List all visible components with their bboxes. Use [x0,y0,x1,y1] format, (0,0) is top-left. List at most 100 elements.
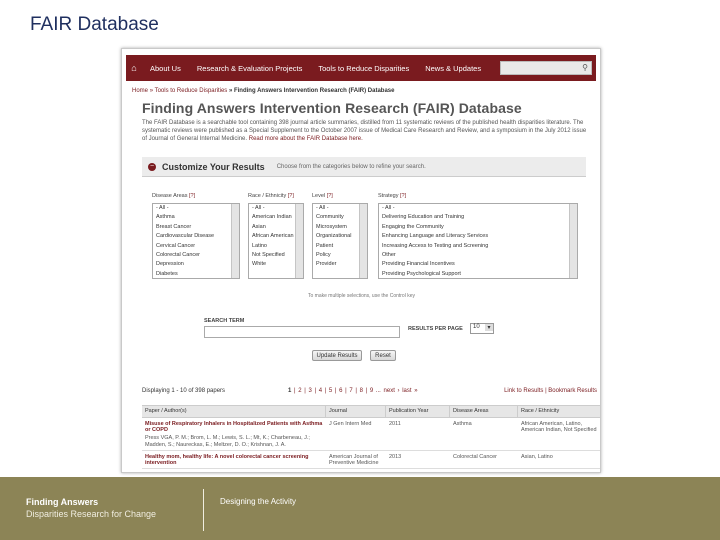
list-option[interactable]: Delivering Education and Training [379,213,577,222]
site-search-input[interactable]: ⚲ [500,61,592,75]
search-icon[interactable]: ⚲ [582,63,588,72]
scrollbar[interactable] [359,204,367,278]
scrollbar[interactable] [231,204,239,278]
strategy-listbox[interactable]: - All - Delivering Education and Trainin… [378,203,578,279]
results-table: Paper / Author(s) Journal Publication Ye… [142,405,600,470]
list-option[interactable]: Engaging the Community [379,223,577,232]
list-option[interactable]: Providing Financial Incentives [379,260,577,269]
paper-title-link[interactable]: Healthy mom, healthy life: A novel color… [145,454,324,466]
scrollbar[interactable] [295,204,303,278]
customize-title: Customize Your Results [162,161,265,172]
results-per-page-select[interactable]: 10 ▾ [470,323,494,334]
filter-strategy-help[interactable]: [?] [400,193,406,199]
home-icon[interactable]: ⌂ [126,63,142,73]
customize-results-bar[interactable]: − Customize Your Results Choose from the… [142,157,586,177]
slide-title: FAIR Database [30,14,159,35]
nav-tools[interactable]: Tools to Reduce Disparities [310,64,417,73]
footer-divider [203,489,204,531]
intro-body: The FAIR Database is a searchable tool c… [142,120,587,142]
filter-level-help[interactable]: [?] [327,193,333,199]
race-cell: Asian, Latino [521,453,553,460]
list-option[interactable]: - All - [379,204,577,213]
race-cell: African American, Latino, American India… [521,421,597,434]
search-term-label: SEARCH TERM [204,318,245,324]
multi-select-note: To make multiple selections, use the Con… [308,293,415,299]
filter-race-label: Race / Ethnicity [248,193,287,199]
list-option[interactable]: Colorectal Cancer [153,251,239,260]
intro-text: The FAIR Database is a searchable tool c… [142,119,588,143]
paper-cell: Misuse of Respiratory Inhalers in Hospit… [142,418,326,450]
nav-research-projects[interactable]: Research & Evaluation Projects [189,64,310,73]
result-links[interactable]: Link to Results | Bookmark Results [504,388,597,394]
list-option[interactable]: Diabetes [153,270,239,278]
list-option[interactable]: Breast Cancer [153,223,239,232]
disease-cell: Colorectal Cancer [453,453,498,460]
customize-subtitle: Choose from the categories below to refi… [276,163,426,170]
level-listbox[interactable]: - All - Community Microsystem Organizati… [312,203,368,279]
list-option[interactable]: Asthma [153,213,239,222]
nav-news[interactable]: News & Updates [417,64,489,73]
breadcrumb: Home » Tools to Reduce Disparities » Fin… [132,88,600,94]
scrollbar[interactable] [569,204,577,278]
paper-cell: Healthy mom, healthy life: A novel color… [142,451,326,468]
col-journal[interactable]: Journal [326,405,386,418]
read-more-link[interactable]: Read more about the FAIR Database here. [249,136,363,142]
pagination[interactable]: 1 | 2 | 3 | 4 | 5 | 6 | 7 | 8 | 9 ... ne… [288,388,418,394]
col-disease[interactable]: Disease Areas [450,405,518,418]
table-header: Paper / Author(s) Journal Publication Ye… [142,405,600,418]
filter-disease: Disease Areas [?] - All - Asthma Breast … [152,193,240,279]
footer-bar: Finding Answers Disparities Research for… [0,477,720,540]
reset-button[interactable]: Reset [370,350,396,361]
list-option[interactable]: Enhancing Language and Literacy Services [379,232,577,241]
page-links[interactable]: | 2 | 3 | 4 | 5 | 6 | 7 | 8 | 9 ... next… [294,388,418,394]
breadcrumb-tools[interactable]: » Tools to Reduce Disparities [150,88,228,94]
page-title: Finding Answers Intervention Research (F… [142,100,522,116]
disease-cell: Asthma [453,421,472,427]
filter-disease-help[interactable]: [?] [189,193,195,199]
journal-cell: American Journal of Preventive Medicine [329,453,379,467]
col-race[interactable]: Race / Ethnicity [518,405,600,418]
results-per-page-label: RESULTS PER PAGE [408,326,463,332]
race-listbox[interactable]: - All - American Indian Asian African Am… [248,203,304,279]
filter-level: Level [?] - All - Community Microsystem … [312,193,368,279]
paper-authors: Press VGA, P. M.; Brom, L. M.; Lewis, S.… [145,435,310,448]
top-nav: ⌂ About Us Research & Evaluation Project… [126,55,596,81]
filter-strategy-label: Strategy [378,193,399,199]
slide: FAIR Database ⌂ About Us Research & Eval… [0,0,720,540]
year-cell: 2011 [389,421,401,427]
current-page: 1 [288,388,292,394]
nav-about-us[interactable]: About Us [142,64,189,73]
filter-panel: Disease Areas [?] - All - Asthma Breast … [146,193,586,293]
footer-brand-title: Finding Answers [26,497,99,507]
filter-race-help[interactable]: [?] [288,193,294,199]
list-option[interactable]: - All - [153,204,239,213]
footer-brand-tagline: Disparities Research for Change [26,509,157,519]
website-screenshot: ⌂ About Us Research & Evaluation Project… [121,48,601,473]
collapse-icon[interactable]: − [148,162,156,171]
results-count: Displaying 1 - 10 of 398 papers [142,388,226,394]
list-option[interactable]: Increasing Access to Testing and Screeni… [379,242,577,251]
breadcrumb-home[interactable]: Home [132,88,148,94]
filter-disease-label: Disease Areas [152,193,188,199]
list-option[interactable]: Cervical Cancer [153,242,239,251]
table-row: Misuse of Respiratory Inhalers in Hospit… [142,418,600,451]
breadcrumb-current: » Finding Answers Intervention Research … [228,88,395,94]
search-term-input[interactable] [204,326,400,338]
journal-cell: J Gen Intern Med [329,421,372,427]
list-option[interactable]: Other [379,251,577,260]
paper-title-link[interactable]: Misuse of Respiratory Inhalers in Hospit… [145,421,324,433]
year-cell: 2013 [389,453,402,460]
col-year[interactable]: Publication Year [386,405,450,418]
list-option[interactable]: Depression [153,260,239,269]
table-row: Healthy mom, healthy life: A novel color… [142,451,600,470]
footer-section-title: Designing the Activity [220,497,297,506]
list-option[interactable]: Cardiovascular Disease [153,232,239,241]
filter-level-label: Level [312,193,326,199]
col-paper[interactable]: Paper / Author(s) [142,405,326,418]
filter-strategy: Strategy [?] - All - Delivering Educatio… [378,193,578,279]
disease-listbox[interactable]: - All - Asthma Breast Cancer Cardiovascu… [152,203,240,279]
filter-race: Race / Ethnicity [?] - All - American In… [248,193,304,279]
update-results-button[interactable]: Update Results [312,350,362,361]
list-option[interactable]: Providing Psychological Support [379,270,577,278]
chevron-down-icon: ▾ [485,324,493,331]
